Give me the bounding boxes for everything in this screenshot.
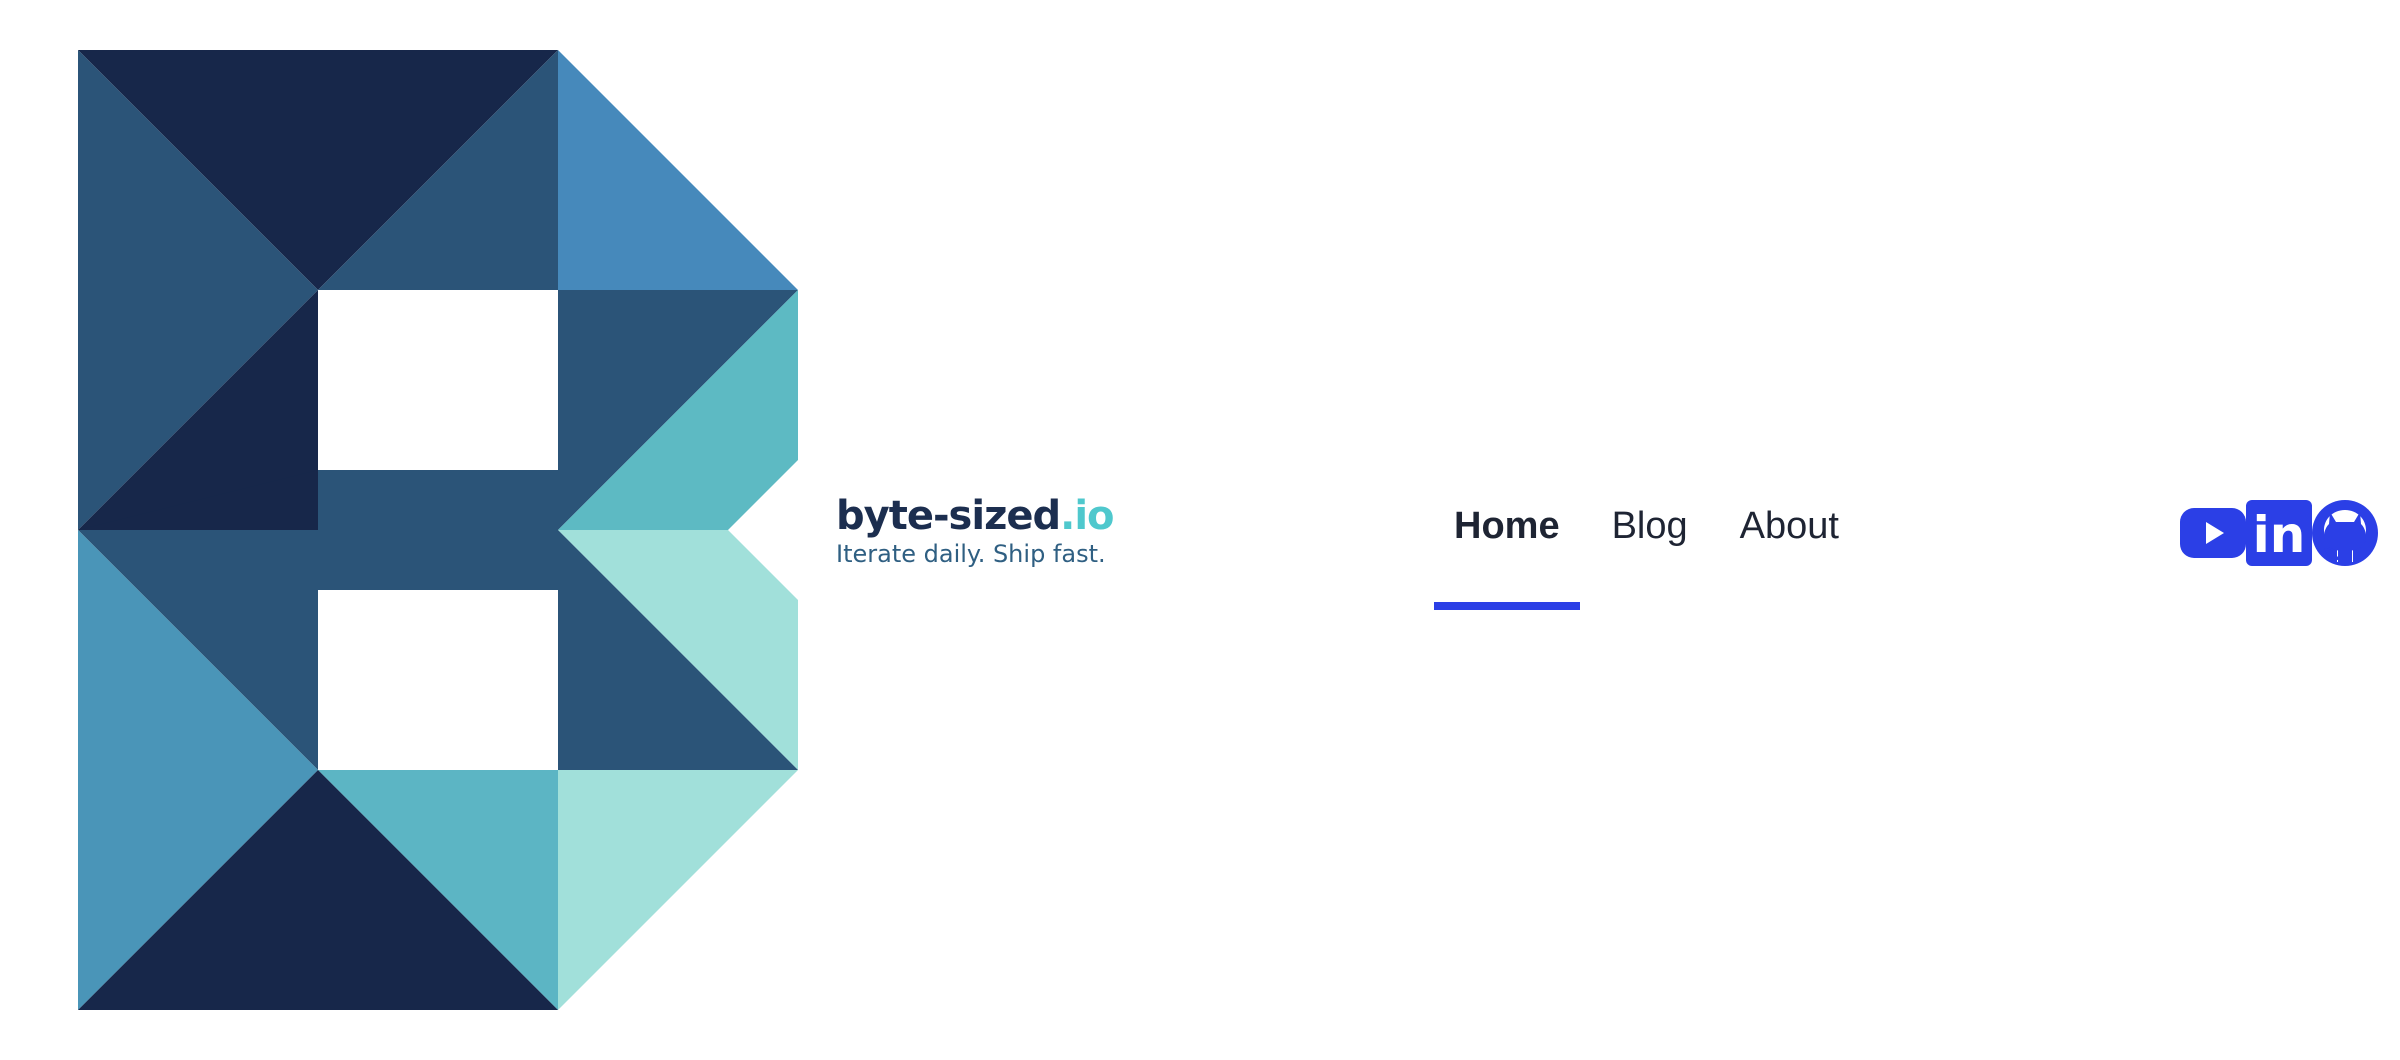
- nav-item-blog[interactable]: Blog: [1592, 490, 1708, 562]
- nav-item-label: About: [1739, 505, 1839, 547]
- site-title-main: byte-sized: [836, 493, 1061, 539]
- logo-mark[interactable]: [78, 50, 798, 1010]
- b-logo-icon: [78, 50, 798, 1010]
- site-header: byte-sized.io Iterate daily. Ship fast. …: [0, 0, 2400, 1060]
- github-link[interactable]: [2312, 500, 2378, 566]
- main-nav: Home Blog About: [1434, 490, 1871, 620]
- nav-item-label: Home: [1454, 505, 1560, 547]
- linkedin-icon: in: [2246, 500, 2312, 566]
- nav-item-about[interactable]: About: [1720, 490, 1859, 562]
- site-title-tld: .io: [1060, 493, 1114, 539]
- site-tagline: Iterate daily. Ship fast.: [836, 540, 1106, 568]
- linkedin-text: in: [2253, 506, 2306, 564]
- github-icon: [2312, 500, 2378, 566]
- nav-item-home[interactable]: Home: [1434, 490, 1580, 610]
- social-links: in: [2180, 500, 2378, 566]
- site-title[interactable]: byte-sized.io: [836, 492, 1176, 540]
- nav-item-label: Blog: [1611, 505, 1688, 547]
- youtube-icon: [2180, 508, 2246, 558]
- linkedin-link[interactable]: in: [2246, 500, 2312, 566]
- active-tab-indicator: [1434, 602, 1580, 610]
- brand-block: byte-sized.io Iterate daily. Ship fast.: [836, 492, 1176, 568]
- youtube-link[interactable]: [2180, 508, 2246, 558]
